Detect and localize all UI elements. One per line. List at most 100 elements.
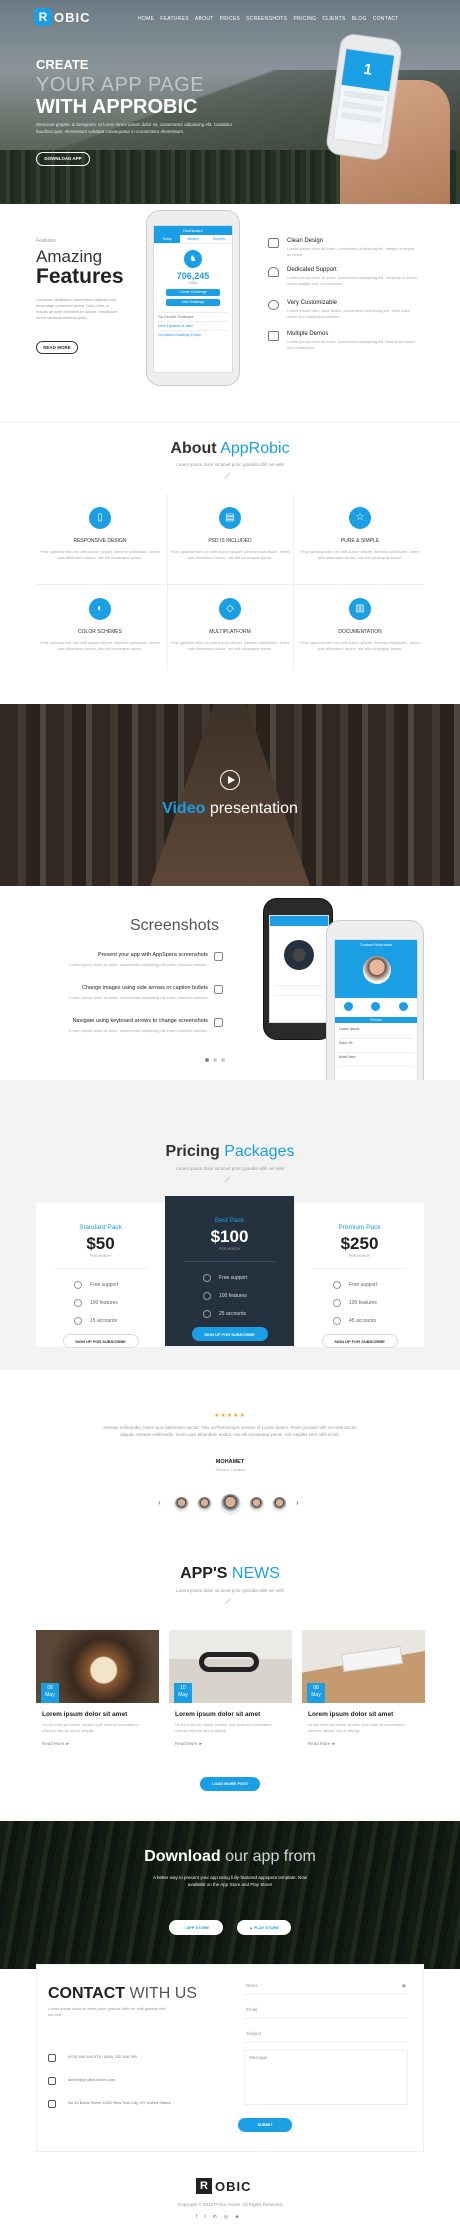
submit-button[interactable]: SUBMIT xyxy=(238,2118,292,2132)
footer-logo-mark: R xyxy=(196,2178,212,2194)
play-store-label: PLAY STORE xyxy=(254,1925,280,1930)
phone-tab[interactable]: Weekly xyxy=(180,235,206,243)
plan-price: $50 xyxy=(86,1234,115,1253)
plan-feature: 45 accounts xyxy=(333,1312,424,1330)
news-date: 08 May xyxy=(307,1683,325,1703)
phone-list-row xyxy=(340,112,382,124)
about-item-text: Proin gravida nibh vel velit auctor aliq… xyxy=(300,640,420,651)
instagram-icon[interactable]: ◈ xyxy=(235,2214,239,2220)
plan-feature-label: Free support xyxy=(219,1275,248,1281)
social-links: f t in ◎ ◈ xyxy=(196,2214,239,2220)
read-more-button[interactable]: READ MORE xyxy=(36,341,78,354)
hero-text: Welcome graphic & designers. In lorem lo… xyxy=(36,122,233,134)
stat-icon xyxy=(398,1002,408,1011)
image-icon xyxy=(214,985,223,994)
video-section xyxy=(0,704,460,886)
nav-item-prices[interactable]: PRICES xyxy=(220,16,240,22)
plan-card-standard: Standard Pack $50 PER MONTH Free support… xyxy=(36,1203,165,1348)
nav-item-pricing[interactable]: PRICING xyxy=(293,16,316,22)
download-title-light: our app from xyxy=(220,1848,316,1865)
layers-icon: ◇ xyxy=(219,598,241,620)
app-store-button[interactable]: ◖ APP STORE xyxy=(169,1920,223,1935)
download-text: A better way to present your app using f… xyxy=(152,1875,308,1887)
phone-tab[interactable]: Today xyxy=(154,235,180,243)
phone-header xyxy=(270,916,328,926)
facebook-icon[interactable]: f xyxy=(196,2214,197,2220)
news-card[interactable]: 10 May Lorem ipsum dolor sit amet Ut nisi… xyxy=(169,1630,292,1764)
add-challenge-button[interactable]: Add Challenge xyxy=(166,299,220,306)
play-icon[interactable] xyxy=(220,770,240,790)
screenshot-pager xyxy=(205,1058,225,1062)
subscribe-button[interactable]: SIGN UP FOR SUBSCRIBE xyxy=(321,1334,398,1348)
linkedin-icon[interactable]: in xyxy=(213,2214,217,2220)
nav-item-about[interactable]: ABOUT xyxy=(195,16,214,22)
app-store-label: APP STORE xyxy=(186,1925,210,1930)
pager-dot[interactable] xyxy=(221,1058,225,1062)
rating-stars: ★★★★★ xyxy=(214,1413,246,1419)
avatar[interactable] xyxy=(249,1497,264,1512)
phone-step-label: Steps xyxy=(188,281,198,285)
play-store-button[interactable]: ▲ PLAY STORE xyxy=(237,1920,291,1935)
logo[interactable]: R OBIC xyxy=(34,8,91,26)
hero-phone-badge: 1 xyxy=(341,49,395,92)
check-icon xyxy=(203,1310,211,1318)
contact-row[interactable]: Lorem Ipsum xyxy=(339,1027,413,1039)
read-more-link[interactable]: Read More ► xyxy=(175,1741,292,1746)
plan-name: Premium Pack xyxy=(338,1224,381,1231)
feature-text: Lorem ipsum dolor sit amet, consectetur … xyxy=(287,246,415,257)
subscribe-button[interactable]: SIGN UP FOR SUBSCRIBE xyxy=(62,1334,139,1348)
location-icon xyxy=(48,2100,56,2108)
pricing-subtitle: Lorem ipsum dolor sit amet proin gravida… xyxy=(176,1166,284,1171)
nav-item-contact[interactable]: CONTACT xyxy=(373,16,399,22)
news-card[interactable]: 08 May Lorem ipsum dolor sit amet Ut nisi… xyxy=(36,1630,159,1764)
dribbble-icon[interactable]: ◎ xyxy=(224,2214,228,2220)
subject-field[interactable]: Subject xyxy=(244,2027,408,2043)
news-card[interactable]: 08 May Lorem ipsum dolor sit amet Ut nisi… xyxy=(302,1630,425,1764)
nav-item-features[interactable]: FEATURES xyxy=(160,16,189,22)
chevron-left-icon[interactable]: ‹ xyxy=(158,1498,161,1507)
download-section xyxy=(0,1821,460,1969)
email-field[interactable]: Email xyxy=(244,2003,408,2019)
download-app-button[interactable]: DOWNLOAD APP xyxy=(36,152,90,166)
keyboard-shape xyxy=(341,1645,403,1673)
read-more-link[interactable]: Read More ► xyxy=(42,1741,159,1746)
plan-feature-label: 100 features xyxy=(219,1293,247,1299)
avatar[interactable] xyxy=(272,1497,287,1512)
chevron-right-icon[interactable]: › xyxy=(296,1498,299,1507)
testimonial-quote: Aenean sollicitudin, lorem quis bibendum… xyxy=(103,1425,357,1437)
plan-feature: Free support xyxy=(203,1269,294,1287)
palette-icon: ◐ xyxy=(89,598,111,620)
avatar[interactable] xyxy=(197,1497,212,1512)
nav-item-home[interactable]: HOME xyxy=(138,16,154,22)
screenshots-title: Screenshots xyxy=(130,917,219,934)
avatar[interactable] xyxy=(174,1497,189,1512)
nav-item-screenshots[interactable]: SCREENSHOTS xyxy=(246,16,287,22)
phone-tab[interactable]: Monthly xyxy=(206,235,232,243)
read-more-link[interactable]: Read More ► xyxy=(308,1741,425,1746)
check-icon xyxy=(333,1281,341,1289)
contact-email-text[interactable]: admin@project-forum.com xyxy=(68,2077,115,2082)
create-challenge-button[interactable]: Create Challenge xyxy=(166,289,220,296)
nav-item-clients[interactable]: CLIENTS xyxy=(322,16,345,22)
plan-divider xyxy=(313,1268,406,1269)
about-item-title: PURE & SIMPLE xyxy=(340,538,380,544)
pager-dot[interactable] xyxy=(205,1058,209,1062)
footer-logo-text: OBIC xyxy=(215,2178,252,2194)
plan-price: $100 xyxy=(210,1227,249,1246)
message-field[interactable]: Message xyxy=(244,2050,408,2105)
twitter-icon[interactable]: t xyxy=(204,2214,205,2220)
subscribe-button[interactable]: SIGN UP FOR SUBSCRIBE xyxy=(191,1327,268,1341)
footer-logo[interactable]: R OBIC xyxy=(196,2178,252,2194)
pager-dot[interactable] xyxy=(213,1058,217,1062)
name-field[interactable]: Name ▣ xyxy=(244,1979,408,1995)
contact-row[interactable]: Amet Nam xyxy=(339,1055,413,1067)
load-more-button[interactable]: LOAD MORE POST xyxy=(200,1777,260,1791)
contact-row[interactable]: Dolor Sit xyxy=(339,1041,413,1053)
envelope-icon xyxy=(48,2077,56,2085)
news-title: Lorem ipsum dolor sit amet xyxy=(308,1711,394,1718)
about-title-light: AppRobic xyxy=(216,440,290,457)
news-date: 08 May xyxy=(41,1683,59,1703)
avatar[interactable] xyxy=(220,1494,241,1515)
book-icon: ▥ xyxy=(349,598,371,620)
nav-item-blog[interactable]: BLOG xyxy=(352,16,367,22)
